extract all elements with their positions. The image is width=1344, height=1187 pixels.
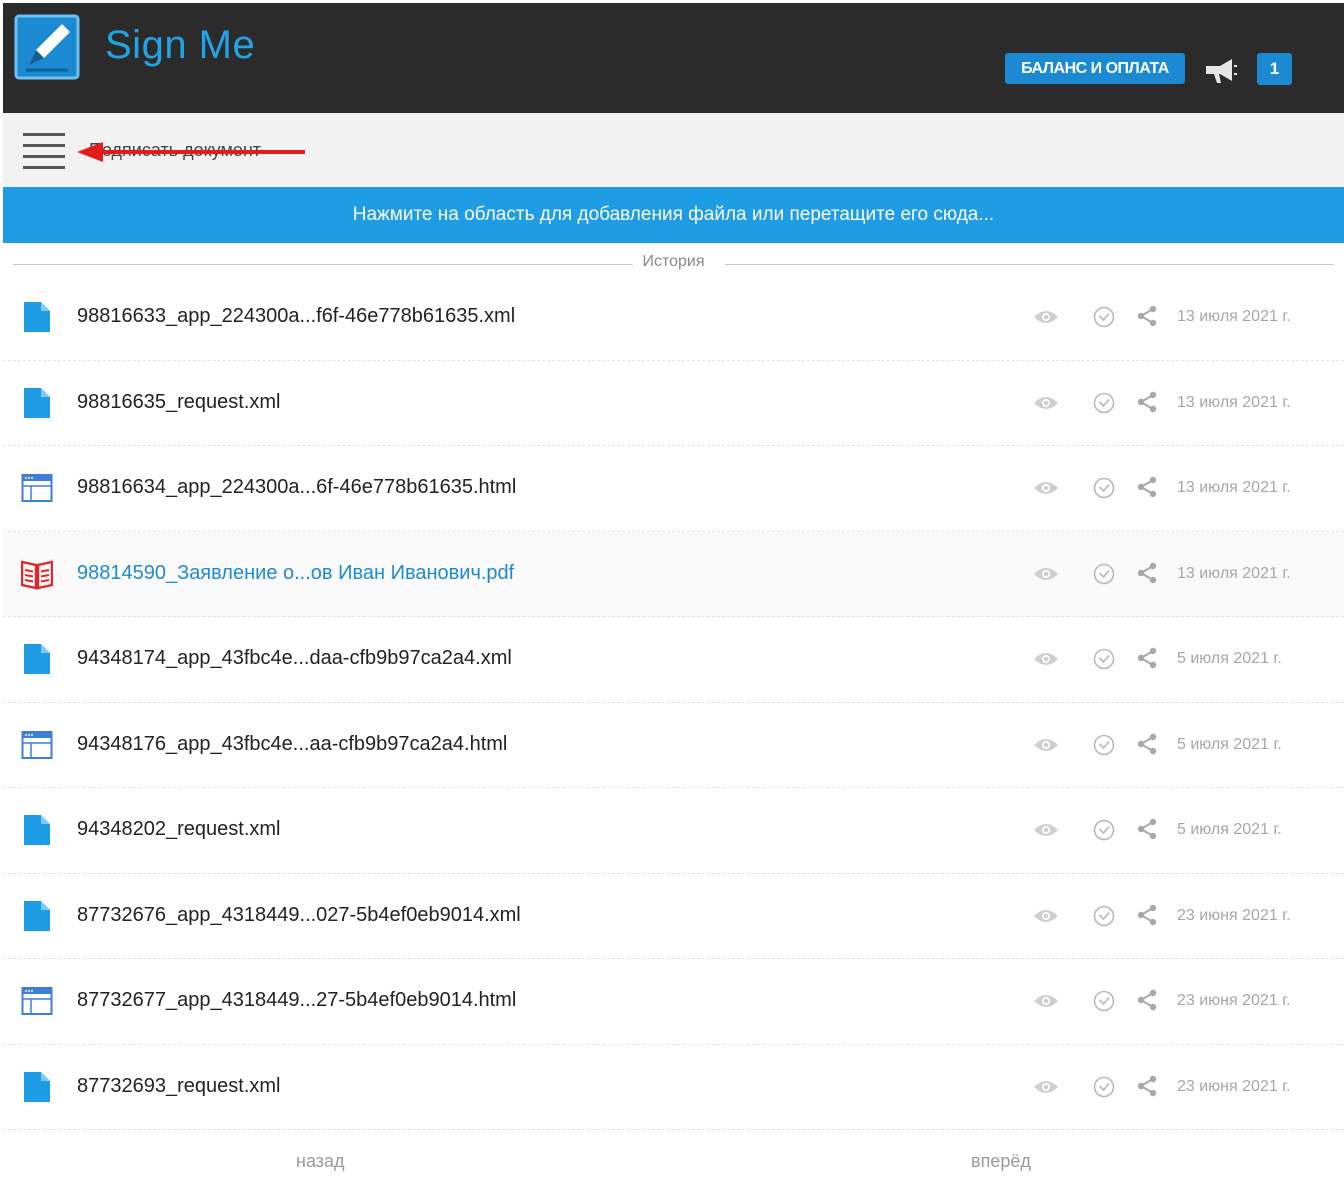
xml-file-icon (24, 815, 50, 845)
file-date: 5 июля 2021 г. (1177, 735, 1282, 753)
file-date: 13 июля 2021 г. (1177, 393, 1291, 411)
file-row[interactable]: 98814590_Заявление о...ов Иван Иванович.… (3, 531, 1344, 617)
view-eye-icon[interactable] (1033, 736, 1059, 754)
share-icon[interactable] (1137, 562, 1157, 584)
html-file-icon (21, 474, 53, 502)
sign-check-icon[interactable] (1093, 819, 1115, 841)
pagination-next-link[interactable]: вперёд (971, 1151, 1031, 1172)
share-icon[interactable] (1137, 989, 1157, 1011)
file-name[interactable]: 87732693_request.xml (77, 1075, 280, 1098)
file-name[interactable]: 94348176_app_43fbc4e...aa-cfb9b97ca2a4.h… (77, 733, 507, 756)
sign-check-icon[interactable] (1093, 990, 1115, 1012)
file-name[interactable]: 87732676_app_4318449...027-5b4ef0eb9014.… (77, 904, 521, 927)
sign-check-icon[interactable] (1093, 392, 1115, 414)
file-row[interactable]: 98816633_app_224300a...f6f-46e778b61635.… (3, 275, 1344, 361)
notification-count-badge[interactable]: 1 (1257, 53, 1292, 85)
file-row[interactable]: 98816635_request.xml 13 июля 2021 г. (3, 361, 1344, 446)
sign-check-icon[interactable] (1093, 734, 1115, 756)
share-icon[interactable] (1137, 391, 1157, 413)
share-icon[interactable] (1137, 305, 1157, 327)
file-date: 5 июля 2021 г. (1177, 821, 1282, 838)
xml-file-icon (24, 387, 50, 418)
share-icon[interactable] (1137, 476, 1157, 498)
sign-check-icon[interactable] (1093, 477, 1115, 499)
xml-file-icon (24, 644, 50, 674)
red-arrow-annotation (77, 142, 305, 162)
share-icon[interactable] (1137, 733, 1157, 755)
file-row[interactable]: 87732693_request.xml 23 июня 2021 г. (3, 1045, 1344, 1130)
share-icon[interactable] (1137, 647, 1157, 669)
share-icon[interactable] (1137, 818, 1157, 840)
view-eye-icon[interactable] (1033, 394, 1059, 412)
view-eye-icon[interactable] (1033, 479, 1059, 497)
file-history-list: 98816633_app_224300a...f6f-46e778b61635.… (3, 275, 1344, 1130)
file-name[interactable]: 98814590_Заявление о...ов Иван Иванович.… (77, 562, 514, 585)
file-date: 23 июня 2021 г. (1177, 992, 1291, 1009)
view-eye-icon[interactable] (1033, 1078, 1059, 1096)
history-label: История (636, 253, 711, 270)
share-icon[interactable] (1137, 904, 1157, 926)
html-file-icon (21, 730, 53, 759)
view-eye-icon[interactable] (1033, 907, 1059, 925)
sign-check-icon[interactable] (1093, 306, 1115, 328)
html-file-icon (21, 987, 53, 1015)
app-page: Sign Me БАЛАНС И ОПЛАТА 1 Подписать доку… (3, 3, 1344, 1187)
sign-me-logo-icon[interactable] (14, 14, 80, 80)
file-name[interactable]: 98816633_app_224300a...f6f-46e778b61635.… (77, 305, 515, 328)
toolbar: Подписать документ (3, 113, 1344, 187)
brand-name[interactable]: Sign Me (105, 23, 255, 68)
balance-payment-button[interactable]: БАЛАНС И ОПЛАТА (1005, 53, 1185, 84)
file-date: 5 июля 2021 г. (1177, 650, 1282, 667)
file-name[interactable]: 94348174_app_43fbc4e...daa-cfb9b97ca2a4.… (77, 647, 512, 670)
sign-check-icon[interactable] (1093, 905, 1115, 927)
view-eye-icon[interactable] (1033, 565, 1059, 583)
sign-check-icon[interactable] (1093, 648, 1115, 670)
xml-file-icon (24, 302, 50, 332)
file-date: 23 июня 2021 г. (1177, 906, 1291, 924)
view-eye-icon[interactable] (1033, 992, 1059, 1010)
file-row[interactable]: 94348202_request.xml 5 июля 2021 г. (3, 788, 1344, 874)
file-name[interactable]: 87732677_app_4318449...27-5b4ef0eb9014.h… (77, 989, 516, 1012)
history-divider: История (13, 253, 1334, 275)
file-row[interactable]: 87732676_app_4318449...027-5b4ef0eb9014.… (3, 874, 1344, 959)
file-row[interactable]: 98816634_app_224300a...6f-46e778b61635.h… (3, 446, 1344, 532)
pagination-prev-link[interactable]: назад (296, 1151, 345, 1172)
xml-file-icon (24, 900, 50, 931)
sign-check-icon[interactable] (1093, 563, 1115, 585)
file-dropzone[interactable]: Нажмите на область для добавления файла … (3, 187, 1344, 243)
view-eye-icon[interactable] (1033, 821, 1059, 839)
file-date: 13 июля 2021 г. (1177, 308, 1291, 325)
file-row[interactable]: 94348174_app_43fbc4e...daa-cfb9b97ca2a4.… (3, 617, 1344, 703)
file-row[interactable]: 94348176_app_43fbc4e...aa-cfb9b97ca2a4.h… (3, 703, 1344, 788)
file-date: 23 июня 2021 г. (1177, 1077, 1291, 1095)
file-date: 13 июля 2021 г. (1177, 564, 1291, 582)
megaphone-icon[interactable] (1204, 55, 1238, 85)
view-eye-icon[interactable] (1033, 650, 1059, 668)
pdf-file-icon (21, 560, 53, 589)
hamburger-menu-icon[interactable] (23, 133, 65, 169)
sign-check-icon[interactable] (1093, 1076, 1115, 1098)
file-name[interactable]: 94348202_request.xml (77, 818, 280, 841)
share-icon[interactable] (1137, 1075, 1157, 1097)
view-eye-icon[interactable] (1033, 308, 1059, 326)
xml-file-icon (24, 1071, 50, 1102)
app-header: Sign Me БАЛАНС И ОПЛАТА 1 (3, 3, 1344, 113)
file-date: 13 июля 2021 г. (1177, 479, 1291, 496)
file-name[interactable]: 98816634_app_224300a...6f-46e778b61635.h… (77, 476, 516, 499)
file-name[interactable]: 98816635_request.xml (77, 391, 280, 414)
file-row[interactable]: 87732677_app_4318449...27-5b4ef0eb9014.h… (3, 959, 1344, 1045)
